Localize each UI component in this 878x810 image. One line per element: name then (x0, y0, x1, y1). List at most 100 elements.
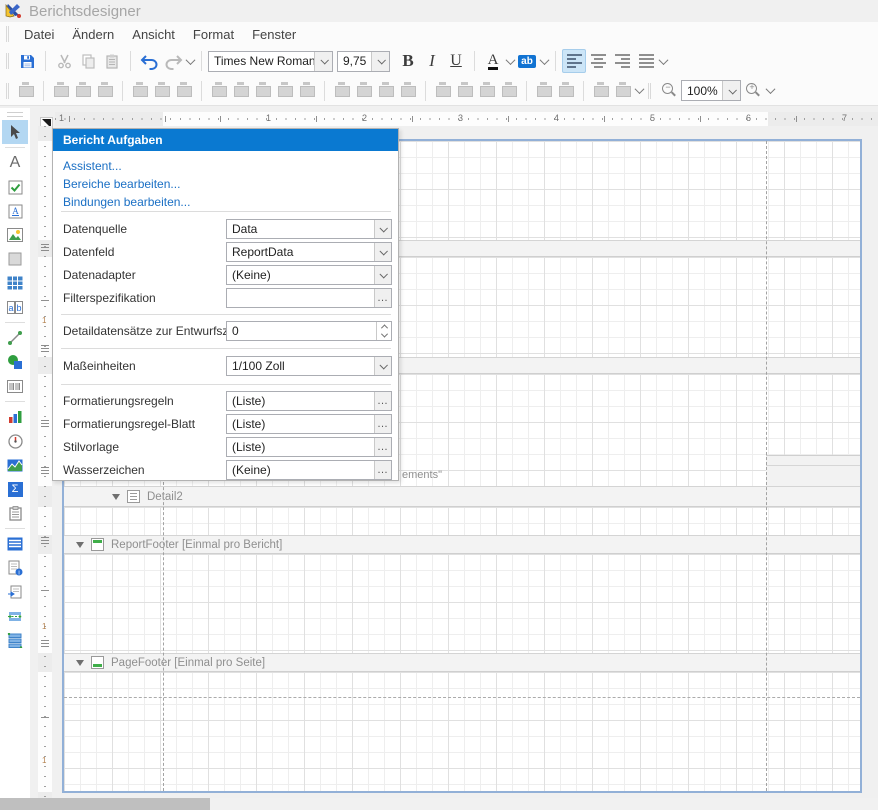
toolbox-formula-tool[interactable]: Σ (2, 477, 28, 501)
datenadapter-dropdown[interactable]: (Keine) (226, 265, 392, 285)
size-to-grid-button[interactable] (230, 80, 252, 102)
toolbar2-grip[interactable] (6, 83, 9, 99)
underline-button[interactable]: U (444, 49, 468, 73)
dropdown-chevron-icon[interactable] (374, 243, 391, 261)
align-tops-button[interactable] (129, 80, 151, 102)
toolbox-checkbox-tool[interactable] (2, 175, 28, 199)
highlight-dropdown-chevron-icon[interactable] (539, 49, 549, 73)
align-right-edges-button[interactable] (94, 80, 116, 102)
toolbox-label-tool[interactable]: A (2, 151, 28, 175)
toolbox-notes-tool[interactable] (2, 501, 28, 525)
same-size-button[interactable] (252, 80, 274, 102)
center-vertically-in-form-button[interactable] (555, 80, 577, 102)
send-to-back-button[interactable] (612, 80, 634, 102)
menu-format[interactable]: Format (184, 24, 243, 45)
menu-datei[interactable]: Datei (15, 24, 63, 45)
detail-count-spinner[interactable]: 0 (226, 321, 392, 341)
band-content-area[interactable] (64, 507, 860, 535)
band-resize-handle[interactable] (41, 467, 49, 474)
band-resize-handle[interactable] (41, 640, 49, 647)
align-center-button[interactable] (586, 49, 610, 73)
band-header-pagefooter[interactable]: PageFooter [Einmal pro Seite] (64, 653, 860, 672)
formatierungsregel-blatt-editor[interactable]: (Liste) … (226, 414, 392, 434)
menu-aendern[interactable]: Ändern (63, 24, 123, 45)
scrollbar-thumb[interactable] (0, 798, 210, 810)
alignment-dropdown-chevron-icon[interactable] (658, 49, 668, 73)
bold-button[interactable]: B (396, 49, 420, 73)
align-left-edges-button[interactable] (50, 80, 72, 102)
font-name-dropdown-icon[interactable] (314, 52, 332, 71)
stilvorlage-editor[interactable]: (Liste) … (226, 437, 392, 457)
toolbox-barcode-tool[interactable] (2, 374, 28, 398)
font-size-dropdown-icon[interactable] (371, 52, 389, 71)
ellipsis-button[interactable]: … (374, 461, 391, 479)
masseinheiten-dropdown[interactable]: 1/100 Zoll (226, 356, 392, 376)
zoom-dropdown-chevron-icon[interactable] (765, 79, 775, 103)
ellipsis-button[interactable]: … (374, 438, 391, 456)
clipped-label-text[interactable]: ements" (402, 469, 442, 481)
font-color-button[interactable]: A (481, 49, 505, 73)
justify-button[interactable] (634, 49, 658, 73)
wizard-link[interactable]: Assistent... (63, 159, 122, 173)
datenquelle-dropdown[interactable]: Data (226, 219, 392, 239)
toolbox-richtext-tool[interactable]: A (2, 199, 28, 223)
zoom-in-button[interactable]: + (741, 79, 765, 103)
toolbox-panel-tool[interactable] (2, 247, 28, 271)
band-resize-handle[interactable] (41, 537, 49, 544)
toolbox-page-info-tool[interactable]: i (2, 556, 28, 580)
band-header-detail2[interactable]: Detail2 (64, 486, 860, 507)
decrease-horizontal-spacing-button[interactable] (375, 80, 397, 102)
datenfeld-dropdown[interactable]: ReportData (226, 242, 392, 262)
undo-dropdown-chevron-icon[interactable] (185, 49, 195, 73)
toolbox-table-of-contents-tool[interactable] (2, 532, 28, 556)
center-in-square-button[interactable] (296, 80, 318, 102)
menu-fenster[interactable]: Fenster (243, 24, 305, 45)
filter-input[interactable]: … (226, 288, 392, 308)
redo-button[interactable] (161, 49, 185, 73)
align-bottoms-button[interactable] (173, 80, 195, 102)
bring-to-front-button[interactable] (590, 80, 612, 102)
space-down-button[interactable] (432, 80, 454, 102)
band-resize-handle[interactable] (41, 420, 49, 427)
remove-horizontal-spacing-button[interactable] (397, 80, 419, 102)
spin-down-icon[interactable] (377, 331, 391, 340)
toolbox-picture-tool[interactable] (2, 223, 28, 247)
wasserzeichen-editor[interactable]: (Keine) … (226, 460, 392, 480)
edit-bindings-link[interactable]: Bindungen bearbeiten... (63, 195, 190, 209)
band-content-area[interactable] (64, 554, 860, 653)
zoom-out-button[interactable]: − (657, 79, 681, 103)
band-resize-handle[interactable] (41, 345, 49, 352)
toolbox-grip[interactable] (7, 112, 23, 117)
font-size-combo[interactable]: 9,75 (337, 51, 390, 72)
highlight-color-button[interactable]: ab (515, 49, 539, 73)
align-left-button[interactable] (562, 49, 586, 73)
toolbox-line-tool[interactable] (2, 326, 28, 350)
collapse-chevron-icon[interactable] (112, 494, 120, 500)
band-resize-handle[interactable] (41, 244, 49, 251)
collapse-chevron-icon[interactable] (76, 542, 84, 548)
same-width-button[interactable] (208, 80, 230, 102)
dropdown-chevron-icon[interactable] (374, 357, 391, 375)
toolbox-cross-band-box-tool[interactable] (2, 628, 28, 652)
font-name-combo[interactable]: Times New Roman (208, 51, 333, 72)
space-across-button[interactable] (331, 80, 353, 102)
edit-bands-link[interactable]: Bereiche bearbeiten... (63, 177, 180, 191)
toolbox-gauge-tool[interactable] (2, 429, 28, 453)
menu-ansicht[interactable]: Ansicht (123, 24, 184, 45)
toolbar1-grip[interactable] (6, 53, 9, 69)
toolbox-page-break-tool[interactable] (2, 604, 28, 628)
collapse-chevron-icon[interactable] (76, 660, 84, 666)
order-dropdown-chevron-icon[interactable] (634, 79, 644, 103)
toolbox-subreport-tool[interactable] (2, 580, 28, 604)
toolbox-table-tool[interactable] (2, 271, 28, 295)
align-middles-button[interactable] (151, 80, 173, 102)
align-centers-button[interactable] (72, 80, 94, 102)
remove-vertical-spacing-button[interactable] (498, 80, 520, 102)
menu-grip[interactable] (6, 26, 9, 42)
ellipsis-button[interactable]: … (374, 392, 391, 410)
band-header-reportfooter[interactable]: ReportFooter [Einmal pro Bericht] (64, 535, 860, 554)
toolbox-pointer-tool[interactable] (2, 120, 28, 144)
align-right-button[interactable] (610, 49, 634, 73)
ellipsis-button[interactable]: … (374, 289, 391, 307)
save-button[interactable] (15, 49, 39, 73)
